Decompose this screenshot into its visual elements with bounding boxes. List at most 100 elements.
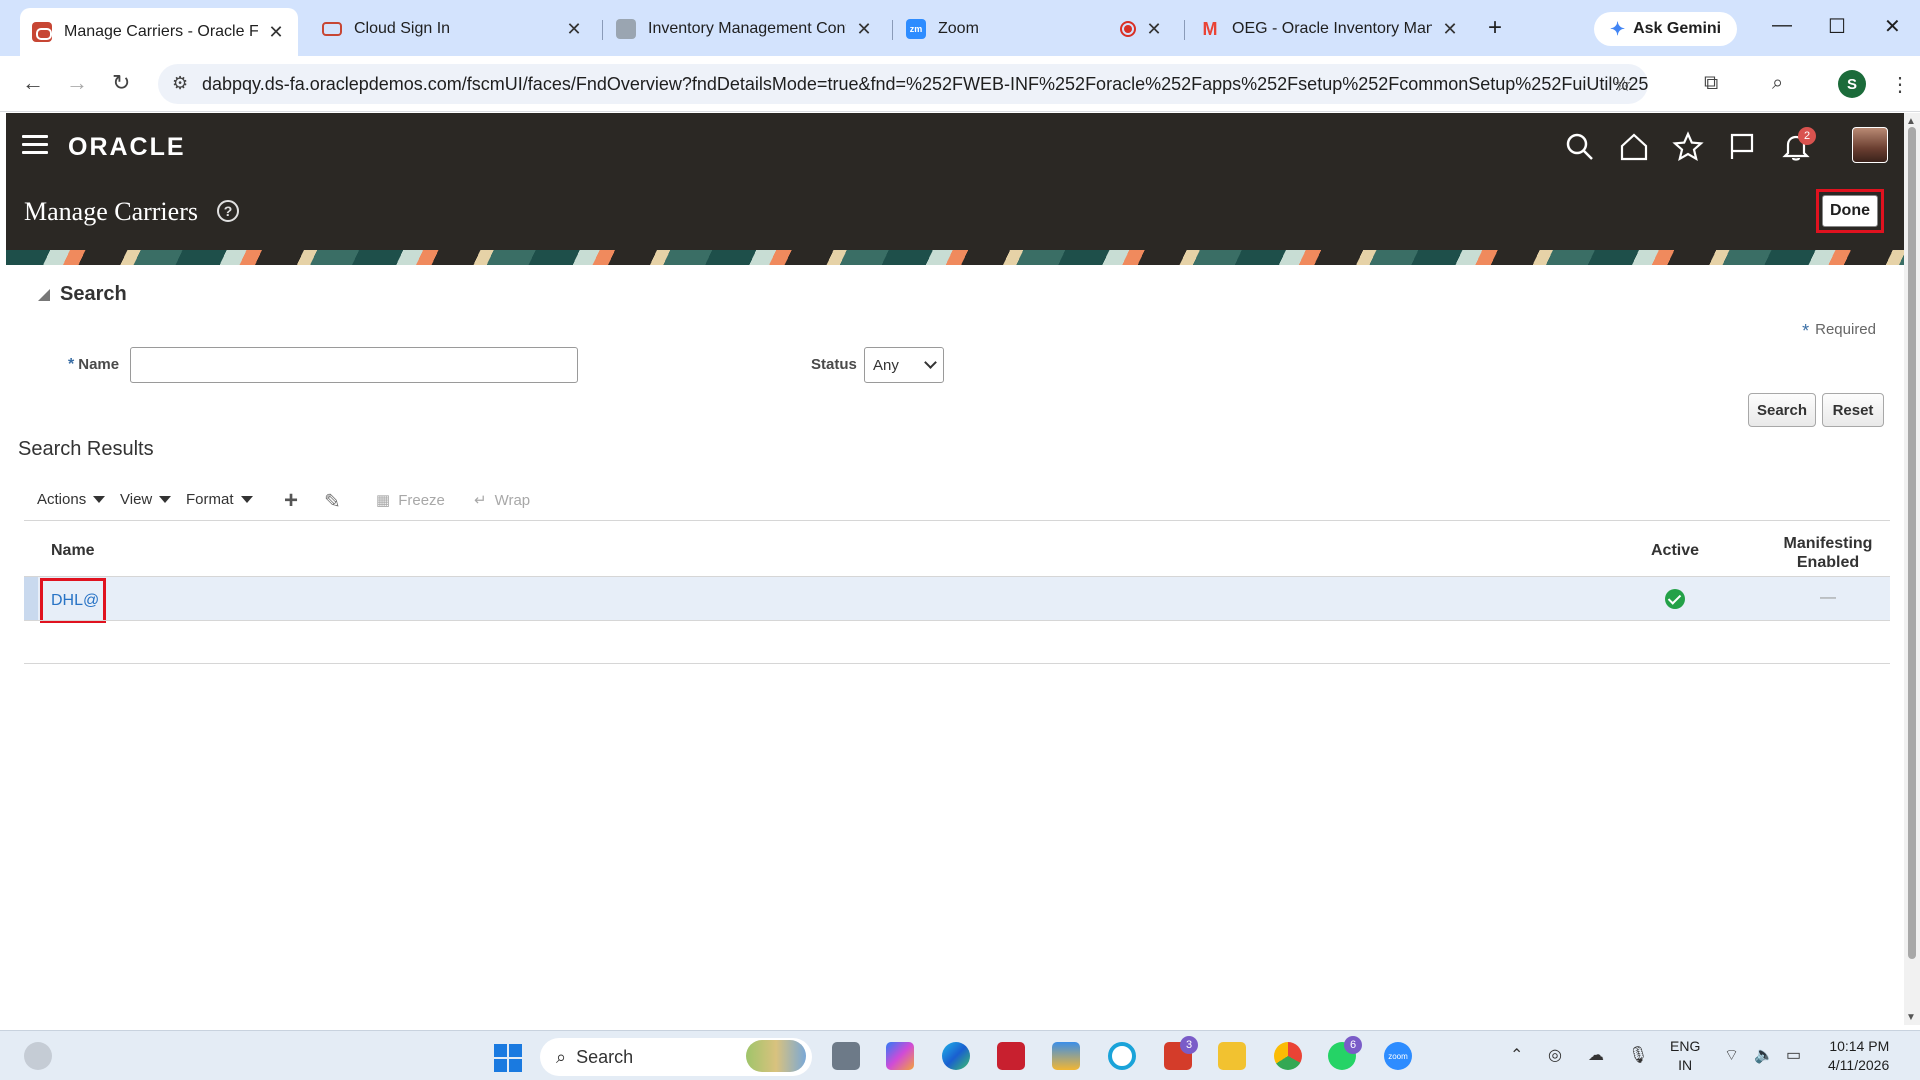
battery-icon[interactable]: ▭ <box>1786 1045 1801 1065</box>
close-tab-icon[interactable]: ✕ <box>1440 19 1460 40</box>
close-tab-icon[interactable]: ✕ <box>564 19 584 40</box>
active-check-icon <box>1665 589 1685 609</box>
search-icon[interactable] <box>1564 131 1596 163</box>
column-header-active[interactable]: Active <box>1651 542 1699 560</box>
close-tab-icon[interactable]: ✕ <box>1144 19 1164 40</box>
browser-tab-strip: Manage Carriers - Oracle Fusio ✕ Cloud S… <box>0 0 1920 56</box>
system-clock[interactable]: 10:14 PM 4/11/2026 <box>1828 1037 1889 1075</box>
back-arrow-icon[interactable]: ← <box>22 70 44 96</box>
tab-zoom[interactable]: zm Zoom ✕ <box>894 8 1176 50</box>
chevron-down-icon <box>924 356 937 369</box>
format-menu-label: Format <box>186 491 234 508</box>
bookmark-star-icon[interactable]: ☆ <box>1614 72 1632 97</box>
add-row-icon[interactable]: + <box>284 487 298 515</box>
search-results-title: Search Results <box>18 438 154 460</box>
globe-icon <box>616 19 636 39</box>
scroll-down-arrow-icon[interactable]: ▼ <box>1906 1012 1916 1023</box>
windows-taskbar: ⌕ Search 3 6 zoom ⌃ ◎ ☁ 🎙 ENG IN ⌔ 🔈 ▭ 1… <box>0 1030 1920 1080</box>
minimize-icon[interactable]: — <box>1772 14 1792 37</box>
reload-icon[interactable]: ↻ <box>112 70 130 96</box>
site-settings-icon[interactable]: ⚙ <box>172 73 188 94</box>
view-menu[interactable]: View <box>120 491 172 508</box>
weather-widget-icon[interactable] <box>24 1042 52 1070</box>
volume-icon[interactable]: 🔈 <box>1754 1045 1774 1065</box>
done-button-highlight: Done <box>1816 189 1884 233</box>
search-section-toggle[interactable]: Search <box>38 283 127 306</box>
freeze-icon: ▦ <box>376 492 391 509</box>
home-icon[interactable] <box>1618 131 1650 163</box>
table-row[interactable]: DHL@ — <box>24 577 1890 623</box>
address-bar[interactable]: ⚙ dabpqy.ds-fa.oraclepdemos.com/fscmUI/f… <box>158 64 1648 104</box>
required-asterisk: * <box>1802 321 1810 341</box>
tab-inventory-management-config[interactable]: Inventory Management Config ✕ <box>604 8 886 50</box>
close-tab-icon[interactable]: ✕ <box>854 19 874 40</box>
language-code: ENG <box>1670 1038 1701 1054</box>
close-tab-icon[interactable]: ✕ <box>266 22 286 43</box>
ask-gemini-button[interactable]: ✦ Ask Gemini <box>1594 12 1738 46</box>
show-hidden-icons-chevron[interactable]: ⌃ <box>1510 1045 1523 1065</box>
extensions-icon[interactable]: ⧉ <box>1704 72 1718 95</box>
carrier-name-highlight: DHL@ <box>40 578 106 623</box>
microphone-icon[interactable]: 🎙 <box>1628 1045 1648 1065</box>
whatsapp-badge: 6 <box>1344 1036 1362 1054</box>
status-selected-value: Any <box>873 356 899 374</box>
maximize-icon[interactable]: ☐ <box>1828 14 1846 39</box>
name-label: * Name <box>68 356 119 374</box>
wrap-icon: ↵ <box>474 492 487 509</box>
lens-app-badge: 3 <box>1180 1036 1198 1054</box>
freeze-button[interactable]: ▦ Freeze <box>376 491 445 510</box>
windows-start-icon[interactable] <box>494 1044 522 1072</box>
tab-title: Manage Carriers - Oracle Fusio <box>64 23 258 40</box>
edit-pencil-icon[interactable]: ✎ <box>324 489 341 514</box>
onedrive-cloud-icon[interactable]: ☁ <box>1588 1045 1604 1065</box>
navigator-menu-icon[interactable] <box>22 135 48 155</box>
browser-profile-avatar[interactable]: S <box>1838 70 1866 98</box>
task-view-icon[interactable] <box>832 1042 860 1070</box>
oracle-app-content: ORACLE 2 Manage Carriers ? Done Search *… <box>6 113 1904 1025</box>
actions-menu[interactable]: Actions <box>37 491 106 508</box>
search-button[interactable]: Search <box>1748 393 1816 427</box>
name-search-input[interactable] <box>130 347 578 383</box>
zoom-app-icon[interactable]: zoom <box>1384 1042 1412 1070</box>
carrier-name-link[interactable]: DHL@ <box>51 592 99 610</box>
tray-sync-icon[interactable]: ◎ <box>1548 1045 1562 1065</box>
watchlist-flag-icon[interactable] <box>1726 131 1758 163</box>
format-menu[interactable]: Format <box>186 491 253 508</box>
edge-browser-icon[interactable] <box>942 1042 970 1070</box>
new-tab-button[interactable]: + <box>1488 14 1502 42</box>
microsoft-store-icon[interactable] <box>1052 1042 1080 1070</box>
reset-button[interactable]: Reset <box>1822 393 1884 427</box>
favorites-star-icon[interactable] <box>1672 131 1704 163</box>
taskbar-search-placeholder: Search <box>576 1046 634 1067</box>
view-menu-label: View <box>120 491 153 508</box>
dropdown-caret-icon <box>159 496 172 503</box>
status-select[interactable]: Any <box>864 347 944 383</box>
column-header-manifesting-enabled[interactable]: Manifesting Enabled <box>1768 534 1888 572</box>
cortana-ring-icon[interactable] <box>1108 1042 1136 1070</box>
done-button[interactable]: Done <box>1822 195 1878 227</box>
language-indicator[interactable]: ENG IN <box>1670 1037 1700 1075</box>
page-scrollbar-thumb[interactable] <box>1908 127 1916 959</box>
oracle-logo[interactable]: ORACLE <box>68 133 186 162</box>
column-header-name[interactable]: Name <box>51 542 95 560</box>
tab-oeg-gmail[interactable]: M OEG - Oracle Inventory Manag ✕ <box>1188 8 1472 50</box>
chrome-icon[interactable] <box>1274 1042 1302 1070</box>
tab-title: Zoom <box>938 20 979 37</box>
forward-arrow-icon[interactable]: → <box>66 70 88 96</box>
user-avatar[interactable] <box>1852 127 1888 163</box>
dropdown-caret-icon <box>240 496 253 503</box>
search-highlight-image-icon <box>746 1040 806 1072</box>
scroll-up-arrow-icon[interactable]: ▲ <box>1906 116 1916 127</box>
wrap-button[interactable]: ↵ Wrap <box>474 491 530 510</box>
file-explorer-icon[interactable] <box>1218 1042 1246 1070</box>
tab-search-icon[interactable]: ⌕ <box>1772 72 1783 95</box>
mcafee-icon[interactable] <box>997 1042 1025 1070</box>
tab-cloud-sign-in[interactable]: Cloud Sign In ✕ <box>310 8 596 50</box>
wifi-icon[interactable]: ⌔ <box>1724 1045 1739 1065</box>
row-divider <box>24 620 1890 621</box>
browser-menu-icon[interactable]: ⋮ <box>1890 72 1910 97</box>
tab-manage-carriers[interactable]: Manage Carriers - Oracle Fusio ✕ <box>20 8 298 56</box>
close-window-icon[interactable]: ✕ <box>1884 14 1901 39</box>
copilot-icon[interactable] <box>886 1042 914 1070</box>
help-icon[interactable]: ? <box>217 200 239 222</box>
